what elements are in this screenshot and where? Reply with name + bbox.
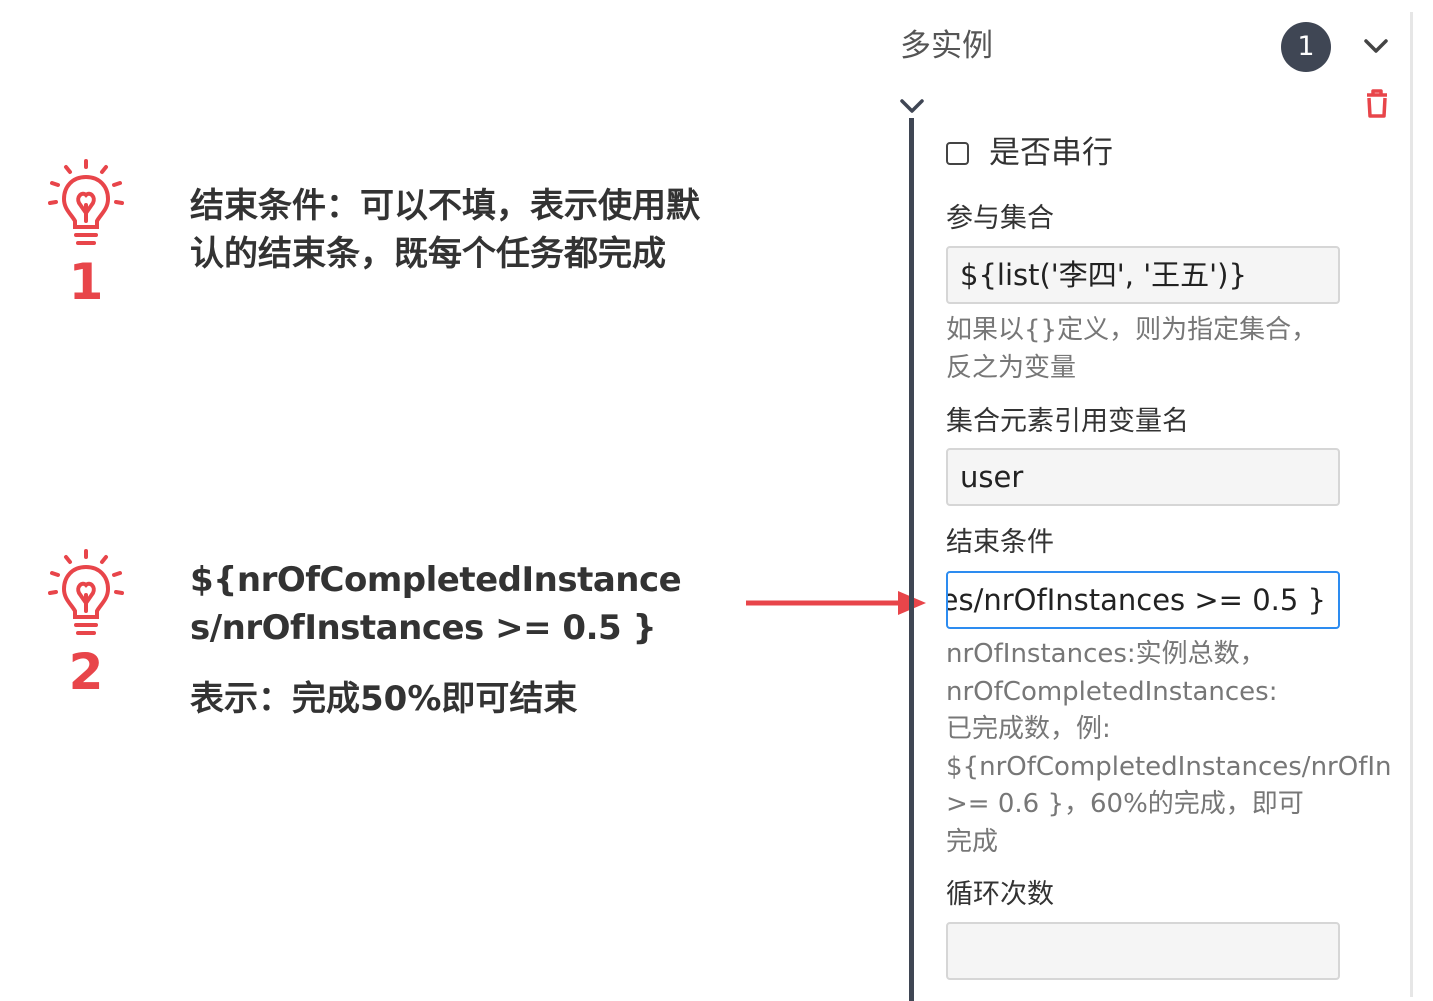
collection-input[interactable]: ${list('李四', '王五')} <box>946 246 1340 304</box>
element-var-value: user <box>960 460 1024 494</box>
element-var-label: 集合元素引用变量名 <box>946 406 1189 437</box>
tip-2: 2 <box>44 545 128 697</box>
trash-icon[interactable] <box>1363 88 1391 120</box>
chevron-down-icon[interactable] <box>1362 32 1390 60</box>
collection-value: ${list('李四', '王五')} <box>960 258 1247 292</box>
tip-1: 1 <box>44 155 128 307</box>
tip-2-code: ${nrOfCompletedInstances/nrOfInstances >… <box>190 560 682 648</box>
element-var-input[interactable]: user <box>946 448 1340 506</box>
completion-help: nrOfInstances:实例总数， nrOfCompletedInstanc… <box>946 639 1392 857</box>
sequential-row[interactable]: 是否串行 <box>946 132 1113 174</box>
chevron-down-icon[interactable] <box>899 97 925 117</box>
count-badge: 1 <box>1281 22 1331 72</box>
sequential-checkbox[interactable] <box>946 141 969 165</box>
tip-number: 1 <box>68 253 104 311</box>
lightbulb-icon <box>48 549 124 635</box>
completion-input[interactable]: ${nrOfCompletedInstances/nrOfInstances >… <box>946 571 1340 629</box>
group-line <box>909 118 914 1001</box>
sequential-label: 是否串行 <box>989 135 1113 171</box>
section-title: 多实例 <box>900 28 993 64</box>
lightbulb-icon <box>48 159 124 245</box>
tip-2-description: 表示：完成50%即可结束 <box>190 679 578 719</box>
collection-label: 参与集合 <box>946 203 1054 234</box>
loop-label: 循环次数 <box>946 879 1054 910</box>
collection-help: 如果以{}定义，则为指定集合， 反之为变量 <box>946 315 1318 383</box>
arrow-right-icon <box>746 591 926 615</box>
loop-input[interactable] <box>946 922 1340 980</box>
completion-label: 结束条件 <box>946 527 1054 558</box>
completion-value: ${nrOfCompletedInstances/nrOfInstances >… <box>948 583 1326 617</box>
tip-1-text: 结束条件：可以不填，表示使用默认的结束条，既每个任务都完成 <box>190 186 700 274</box>
tip-number: 2 <box>68 643 104 701</box>
